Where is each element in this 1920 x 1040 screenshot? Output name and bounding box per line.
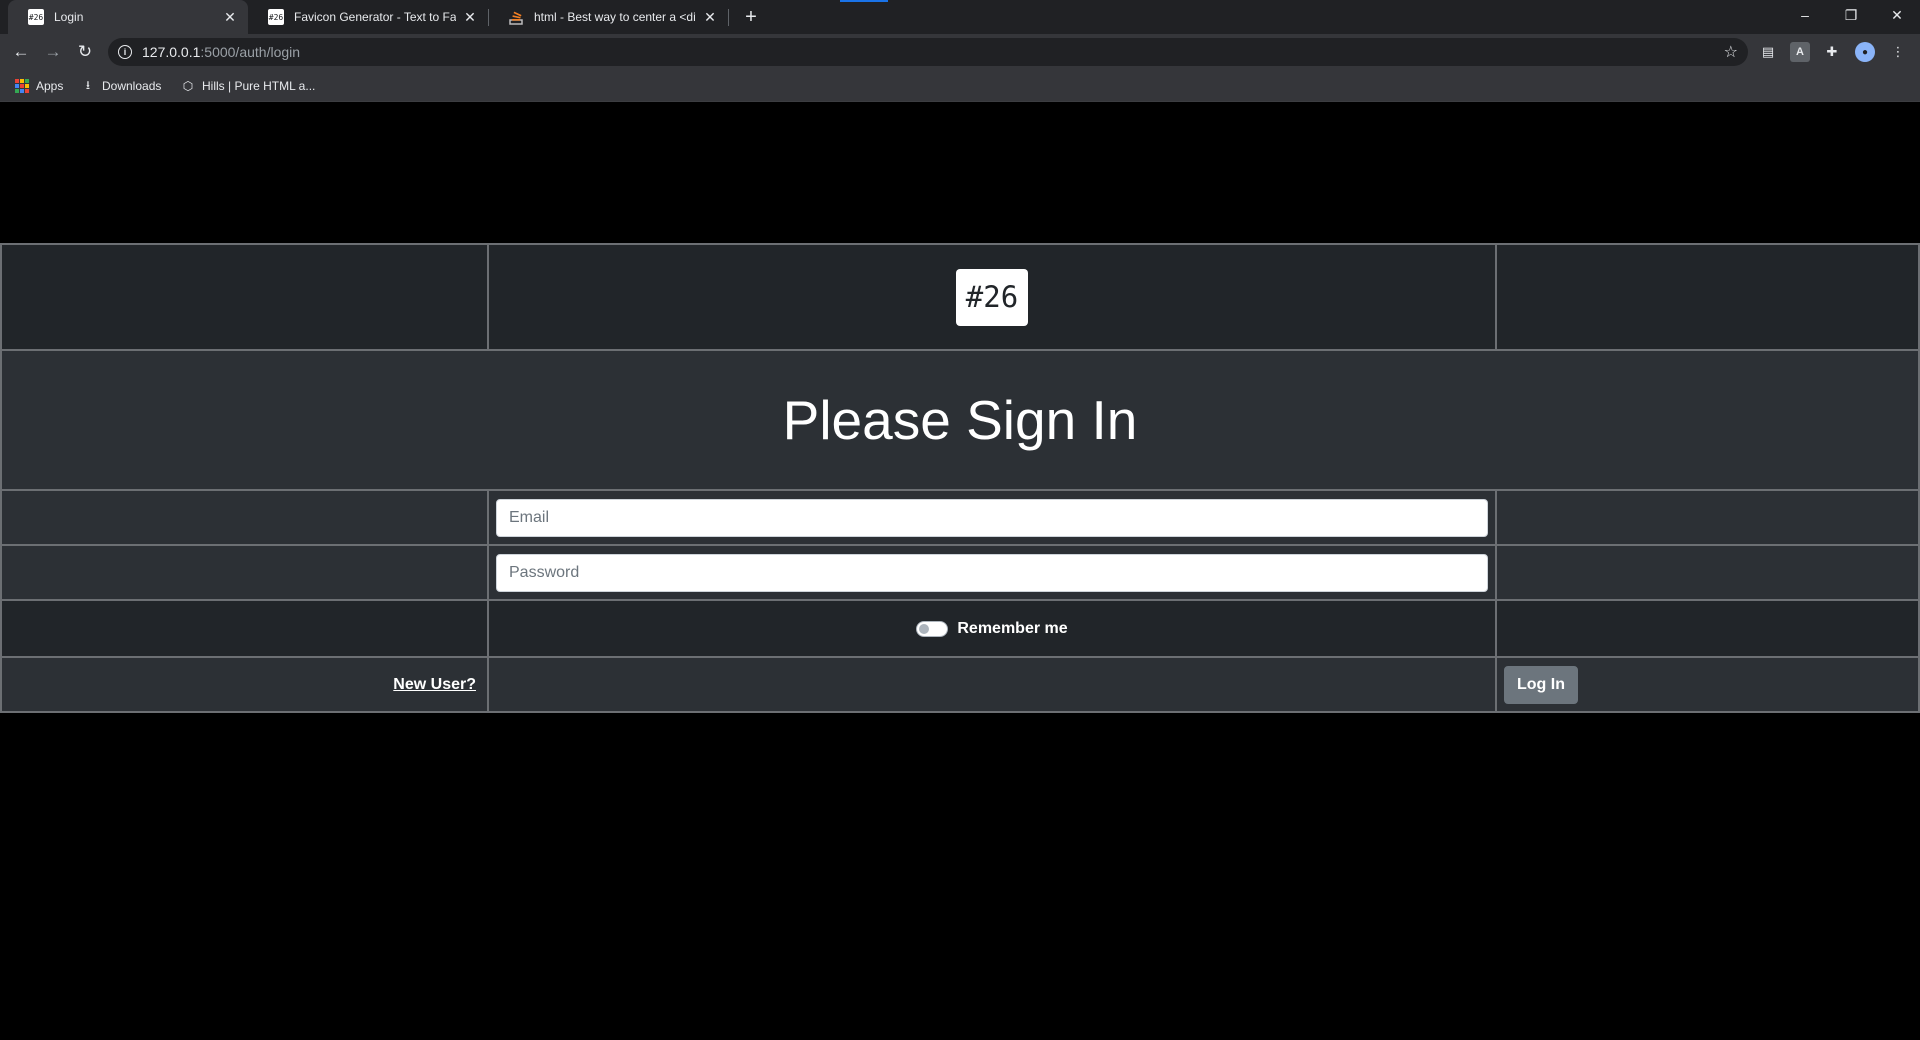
bookmark-label: Downloads [102, 79, 162, 93]
login-button[interactable]: Log In [1504, 665, 1578, 704]
toggle-knob [919, 623, 930, 634]
bookmark-label: Hills | Pure HTML a... [202, 79, 316, 93]
tab-favicon: #26 [268, 9, 284, 25]
reload-icon[interactable]: ↻ [73, 40, 97, 64]
bookmarks-bar: Apps ⭳ Downloads ⬡ Hills | Pure HTML a..… [0, 70, 1920, 102]
close-icon[interactable]: ✕ [462, 9, 478, 25]
bookmark-label: Apps [36, 79, 64, 93]
window-close-button[interactable]: ✕ [1874, 0, 1920, 30]
title-row: Please Sign In [0, 349, 1920, 491]
url-path: :5000/auth/login [200, 44, 301, 60]
tab-title: Favicon Generator - Text to Favic [294, 10, 456, 24]
bookmark-downloads[interactable]: ⭳ Downloads [80, 77, 161, 95]
puzzle-icon[interactable]: ✚ [1822, 42, 1842, 62]
tab-strip: #26 Login ✕ #26 Favicon Generator - Text… [0, 0, 1920, 34]
password-row [0, 544, 1920, 601]
profile-avatar-icon[interactable]: ● [1855, 42, 1875, 62]
site-logo: #26 [956, 268, 1028, 326]
close-icon[interactable]: ✕ [222, 9, 238, 25]
address-bar[interactable]: i 127.0.0.1:5000/auth/login ☆ [108, 38, 1748, 66]
actions-row: New User? Log In [0, 656, 1920, 713]
download-icon: ⭳ [85, 77, 91, 92]
tab-separator [728, 9, 729, 26]
remember-me-toggle[interactable] [916, 620, 949, 637]
extension-icon[interactable]: ▤ [1758, 42, 1778, 62]
menu-kebab-icon[interactable]: ⋮ [1888, 42, 1908, 62]
remember-row: Remember me [0, 599, 1920, 658]
stackoverflow-icon [508, 9, 524, 25]
page-title: Please Sign In [782, 389, 1138, 451]
url-text: 127.0.0.1:5000/auth/login [142, 44, 300, 60]
bookmark-star-icon[interactable]: ☆ [1724, 42, 1738, 62]
close-icon[interactable]: ✕ [702, 9, 718, 25]
tab-title: html - Best way to center a <div [534, 10, 696, 24]
remember-me-label[interactable]: Remember me [957, 620, 1067, 638]
tab-stackoverflow[interactable]: html - Best way to center a <div ✕ [488, 0, 728, 34]
logo-row: #26 [0, 243, 1920, 351]
remember-me: Remember me [489, 620, 1495, 638]
new-tab-button[interactable]: + [737, 4, 765, 30]
bookmark-hills[interactable]: ⬡ Hills | Pure HTML a... [180, 77, 316, 95]
tab-favicon-generator[interactable]: #26 Favicon Generator - Text to Favic ✕ [248, 0, 488, 34]
site-info-icon[interactable]: i [118, 45, 132, 59]
back-icon[interactable]: ← [9, 40, 33, 64]
password-field[interactable] [496, 553, 1488, 592]
loading-indicator [840, 0, 888, 2]
email-row [0, 489, 1920, 546]
extension-icon[interactable]: A [1790, 42, 1810, 62]
apps-grid-icon [14, 78, 30, 94]
tab-title: Login [54, 10, 84, 24]
restore-button[interactable]: ❐ [1828, 0, 1874, 30]
tab-login[interactable]: #26 Login ✕ [8, 0, 248, 34]
tab-favicon: #26 [28, 9, 44, 25]
forward-icon[interactable]: → [41, 40, 65, 64]
page-body: #26 Please Sign In Email Remember me New… [0, 102, 1920, 1040]
new-user-link[interactable]: New User? [393, 676, 476, 693]
bookmark-apps[interactable]: Apps [14, 77, 63, 95]
email-field[interactable] [496, 498, 1488, 537]
login-form-table: #26 Please Sign In Email Remember me New… [0, 243, 1920, 713]
minimize-button[interactable]: – [1782, 0, 1828, 30]
hills-logo-icon: ⬡ [182, 79, 194, 93]
url-host: 127.0.0.1 [142, 44, 201, 60]
browser-toolbar: ← → ↻ i 127.0.0.1:5000/auth/login ☆ ▤ A … [0, 34, 1920, 70]
